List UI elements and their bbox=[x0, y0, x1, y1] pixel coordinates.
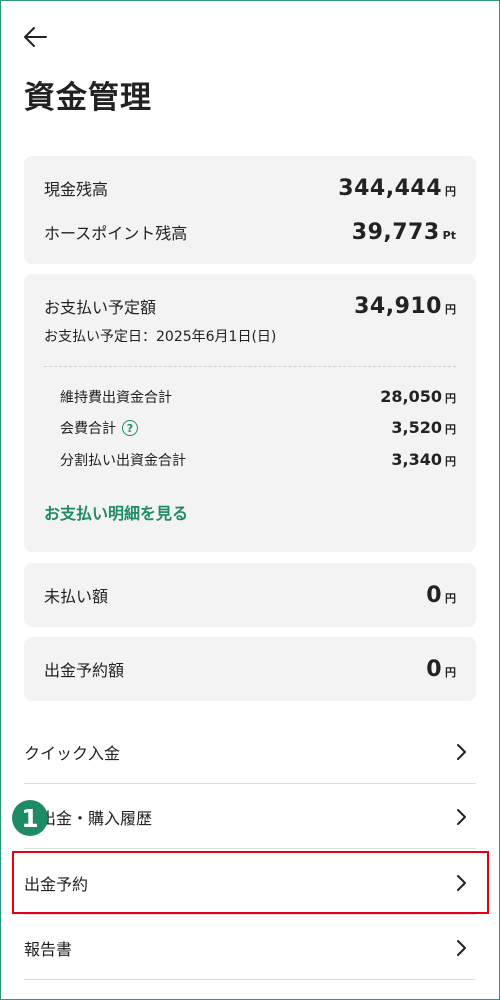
help-icon[interactable]: ? bbox=[122, 420, 138, 436]
chevron-right-icon bbox=[457, 808, 466, 825]
maintenance-total-value: 28,050 bbox=[380, 387, 442, 406]
payment-details-link[interactable]: お支払い明細を見る bbox=[44, 500, 188, 524]
balance-card: 現金残高 344,444 円 ホースポイント残高 39,773 Pt bbox=[24, 156, 476, 264]
divider bbox=[44, 366, 456, 367]
maintenance-total-unit: 円 bbox=[445, 392, 456, 405]
points-balance-unit: Pt bbox=[442, 229, 456, 242]
cash-balance-row: 現金残高 344,444 円 bbox=[44, 176, 456, 201]
points-balance-row: ホースポイント残高 39,773 Pt bbox=[44, 220, 456, 245]
unpaid-label: 未払い額 bbox=[44, 587, 109, 606]
cash-balance-unit: 円 bbox=[445, 185, 456, 198]
chevron-right-icon bbox=[457, 743, 466, 760]
payment-due-label: お支払い予定額 bbox=[44, 298, 157, 317]
withdrawal-reserved-row: 出金予約額 0円 bbox=[44, 657, 456, 682]
back-arrow-icon[interactable] bbox=[20, 22, 50, 52]
unpaid-row: 未払い額 0円 bbox=[44, 583, 456, 608]
cash-balance-label: 現金残高 bbox=[44, 180, 109, 199]
page-title: 資金管理 bbox=[24, 80, 152, 116]
membership-fee-value: 3,520 bbox=[391, 418, 442, 437]
installment-total-unit: 円 bbox=[445, 455, 456, 468]
points-balance-value: 39,773 bbox=[351, 220, 440, 245]
cash-balance-value: 344,444 bbox=[338, 176, 442, 201]
menu-item-quick-deposit[interactable]: クイック入金 bbox=[24, 720, 476, 784]
membership-fee-unit: 円 bbox=[445, 423, 456, 436]
installment-total-value: 3,340 bbox=[391, 450, 442, 469]
menu-item-transaction-history[interactable]: 入出金・購入履歴 bbox=[24, 785, 476, 849]
maintenance-total-label: 維持費出資金合計 bbox=[60, 390, 172, 406]
payment-breakdown-row: 分割払い出資金合計 3,340 円 bbox=[60, 450, 456, 470]
unpaid-card: 未払い額 0円 bbox=[24, 563, 476, 627]
menu-item-withdrawal-reservation[interactable]: 出金予約 bbox=[24, 851, 476, 915]
unpaid-value: 0 bbox=[426, 583, 442, 608]
menu-item-label: クイック入金 bbox=[24, 743, 121, 763]
points-balance-label: ホースポイント残高 bbox=[44, 224, 188, 243]
chevron-right-icon bbox=[457, 874, 466, 891]
payment-due-date: お支払い予定日：2025年6月1日(日) bbox=[44, 329, 277, 345]
payment-due-row: お支払い予定額 34,910 円 bbox=[44, 294, 456, 319]
payment-due-unit: 円 bbox=[445, 303, 456, 316]
payment-breakdown-row: 会費合計? 3,520 円 bbox=[60, 418, 456, 438]
withdrawal-reserved-card: 出金予約額 0円 bbox=[24, 637, 476, 701]
withdrawal-reserved-unit: 円 bbox=[445, 666, 456, 679]
payment-due-value: 34,910 bbox=[354, 294, 442, 319]
withdrawal-reserved-label: 出金予約額 bbox=[44, 661, 125, 680]
menu-item-reports[interactable]: 報告書 bbox=[24, 916, 476, 980]
menu-item-label: 出金予約 bbox=[24, 874, 89, 894]
installment-total-label: 分割払い出資金合計 bbox=[60, 453, 186, 469]
step-number-badge: 1 bbox=[12, 800, 48, 836]
menu-item-label: 報告書 bbox=[24, 939, 73, 959]
unpaid-unit: 円 bbox=[445, 592, 456, 605]
membership-fee-label: 会費合計 bbox=[60, 421, 116, 437]
payment-breakdown-row: 維持費出資金合計 28,050 円 bbox=[60, 387, 456, 407]
payment-card: お支払い予定額 34,910 円 お支払い予定日：2025年6月1日(日) 維持費… bbox=[24, 274, 476, 552]
withdrawal-reserved-value: 0 bbox=[426, 657, 442, 682]
chevron-right-icon bbox=[457, 939, 466, 956]
